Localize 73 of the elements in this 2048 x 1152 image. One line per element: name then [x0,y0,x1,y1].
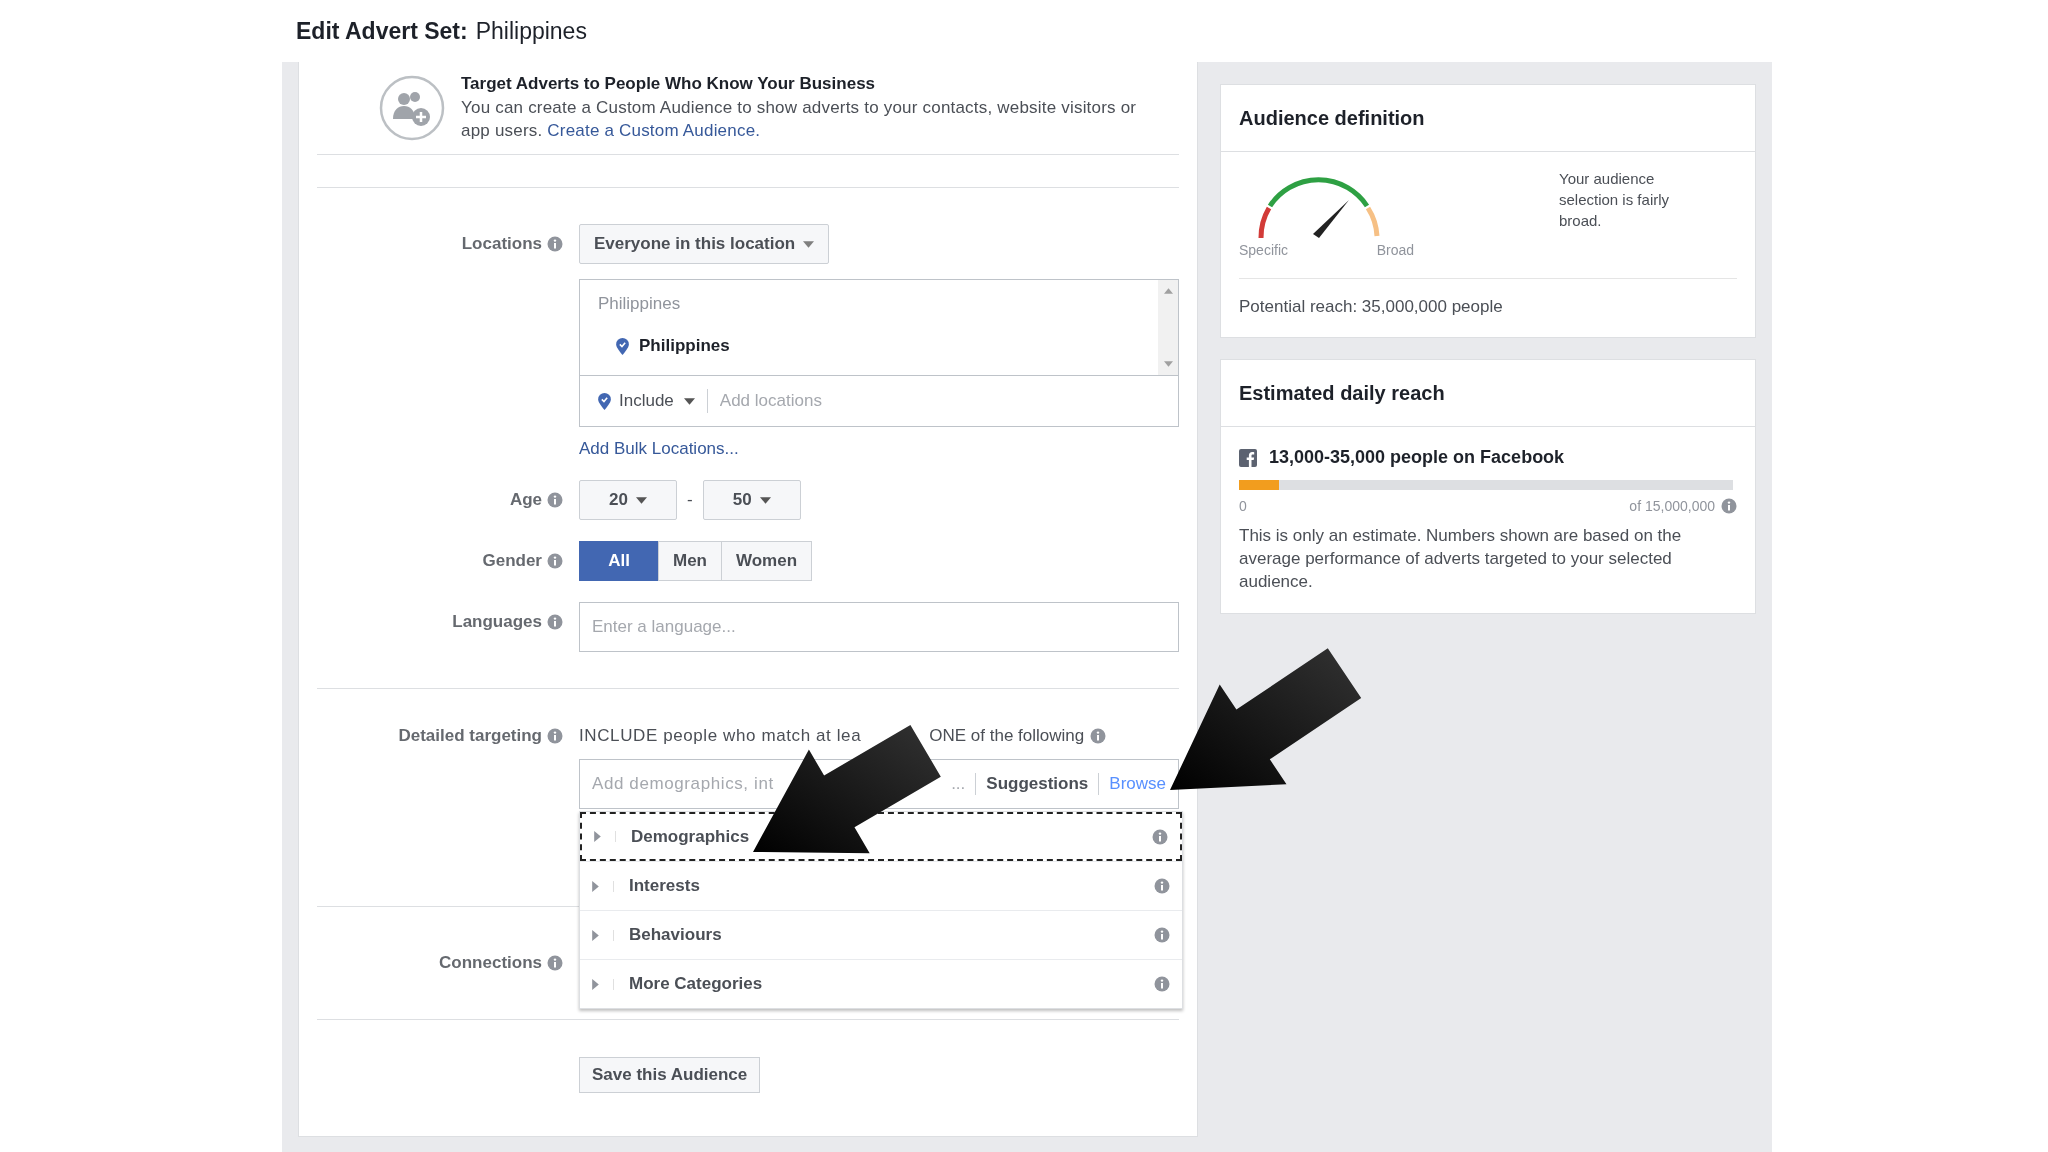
info-icon[interactable] [547,553,563,569]
category-item[interactable]: More Categories [580,959,1182,1008]
page-title-name: Philippines [475,17,587,45]
audience-summary: Your audience selection is fairly broad. [1559,169,1671,231]
info-icon[interactable] [1154,927,1170,943]
reach-estimate: 13,000-35,000 people on Facebook [1269,447,1565,468]
facebook-icon [1239,448,1257,467]
field-label: Connections [439,953,542,973]
location-type-dropdown[interactable]: Everyone in this location [579,224,830,264]
card-title: Audience definition [1221,85,1755,152]
info-icon[interactable] [547,614,563,630]
gauge-label: Broad [1376,242,1414,258]
info-icon[interactable] [547,728,563,744]
info-icon[interactable] [1090,728,1107,744]
category-label: Interests [629,876,701,896]
location-pin-icon [598,392,611,410]
scrollbar[interactable] [1158,280,1178,375]
category-label: Behaviours [629,925,723,945]
card-title: Estimated daily reach [1221,360,1755,427]
info-icon[interactable] [547,236,563,252]
gender-option[interactable]: All [579,541,659,581]
category-item[interactable]: Interests [580,861,1182,910]
expand-icon[interactable] [594,831,616,842]
location-pin-icon [616,337,629,355]
add-bulk-locations-link[interactable]: Add Bulk Locations... [579,439,739,459]
info-icon[interactable] [547,955,563,971]
gender-option[interactable]: Women [721,541,813,581]
potential-reach: Potential reach: 35,000,000 people [1239,297,1504,317]
save-audience-button[interactable]: Save this Audience [579,1057,761,1093]
gauge-label: Specific [1239,242,1289,258]
field-label: Gender [482,551,542,571]
placeholder-text: Add demographics, int [592,774,774,794]
field-label: Languages [452,612,542,632]
caret-icon [803,240,815,248]
field-label: Detailed targeting [398,726,542,746]
estimate-note: This is only an estimate. Numbers shown are based on the average performance of adverts targeted to your selected audience. [1239,525,1683,593]
field-label: Age [509,490,542,510]
add-people-icon [379,75,445,141]
targeting-hint: INCLUDE people who match at lea [579,726,862,746]
category-label: Demographics [631,826,751,847]
age-from-dropdown[interactable]: 20 [579,480,677,520]
gender-option[interactable]: Men [658,541,722,581]
info-icon[interactable] [547,492,563,508]
include-dropdown[interactable]: Include [619,389,708,413]
expand-icon[interactable] [592,978,614,990]
info-icon[interactable] [1154,976,1170,992]
caret-icon [683,397,695,405]
scroll-up-icon[interactable] [1163,288,1173,294]
field-label: Locations [461,234,542,254]
category-label: More Categories [629,974,764,994]
age-separator: - [687,490,693,510]
expand-icon[interactable] [592,929,614,941]
info-icon[interactable] [1154,878,1170,894]
info-icon[interactable] [1721,498,1737,514]
caret-icon [635,496,647,504]
scale-max: of 15,000,000 [1629,498,1715,514]
location-item[interactable]: Philippines [639,336,730,356]
scale-min: 0 [1239,498,1247,514]
category-item[interactable]: Behaviours [580,910,1182,959]
location-group-heading: Philippines [598,294,682,314]
placeholder-text: ... [951,774,966,794]
page-title-label: Edit Advert Set: [296,17,468,45]
section-heading: Target Adverts to People Who Know Your Business [461,74,877,94]
age-to-dropdown[interactable]: 50 [702,480,801,520]
create-audience-link[interactable]: Create a Custom Audience. [547,121,761,140]
info-icon[interactable] [1152,828,1168,845]
search-tab[interactable]: Suggestions [986,774,1089,794]
scroll-down-icon[interactable] [1163,361,1173,367]
description-text: You can create a Custom Audience to show adverts to your contacts, website visitors or app users. Create a Custom Audience. [461,97,1138,142]
expand-icon[interactable] [592,880,614,892]
targeting-hint: ONE of the following [929,726,1085,746]
language-field[interactable]: Enter a language... [579,602,1179,652]
caret-icon [759,496,771,504]
